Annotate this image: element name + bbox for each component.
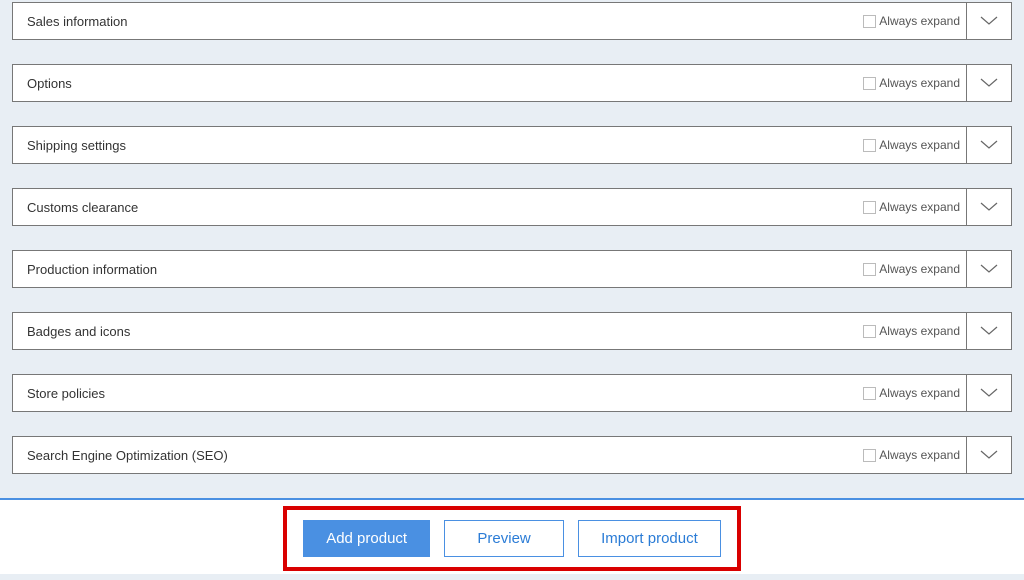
- chevron-down-icon: [980, 264, 998, 274]
- expand-toggle[interactable]: [967, 313, 1011, 349]
- panel-title: Options: [13, 65, 857, 101]
- always-expand-toggle[interactable]: Always expand: [857, 313, 967, 349]
- always-expand-checkbox[interactable]: [863, 77, 876, 90]
- always-expand-toggle[interactable]: Always expand: [857, 251, 967, 287]
- preview-button[interactable]: Preview: [444, 520, 564, 557]
- always-expand-toggle[interactable]: Always expand: [857, 65, 967, 101]
- panel-title: Customs clearance: [13, 189, 857, 225]
- always-expand-checkbox[interactable]: [863, 325, 876, 338]
- always-expand-toggle[interactable]: Always expand: [857, 375, 967, 411]
- chevron-down-icon: [980, 16, 998, 26]
- chevron-down-icon: [980, 202, 998, 212]
- chevron-down-icon: [980, 388, 998, 398]
- always-expand-toggle[interactable]: Always expand: [857, 127, 967, 163]
- chevron-down-icon: [980, 326, 998, 336]
- always-expand-checkbox[interactable]: [863, 201, 876, 214]
- always-expand-checkbox[interactable]: [863, 139, 876, 152]
- panel-title: Search Engine Optimization (SEO): [13, 437, 857, 473]
- expand-toggle[interactable]: [967, 375, 1011, 411]
- panel-title: Sales information: [13, 3, 857, 39]
- always-expand-toggle[interactable]: Always expand: [857, 437, 967, 473]
- panel-seo: Search Engine Optimization (SEO) Always …: [12, 436, 1012, 474]
- action-button-group: Add product Preview Import product: [283, 506, 741, 571]
- always-expand-label: Always expand: [879, 262, 960, 276]
- always-expand-label: Always expand: [879, 138, 960, 152]
- panel-badges-and-icons: Badges and icons Always expand: [12, 312, 1012, 350]
- panel-customs-clearance: Customs clearance Always expand: [12, 188, 1012, 226]
- panel-title: Production information: [13, 251, 857, 287]
- panel-shipping-settings: Shipping settings Always expand: [12, 126, 1012, 164]
- panel-title: Shipping settings: [13, 127, 857, 163]
- import-product-button[interactable]: Import product: [578, 520, 721, 557]
- always-expand-label: Always expand: [879, 200, 960, 214]
- expand-toggle[interactable]: [967, 3, 1011, 39]
- panel-title: Store policies: [13, 375, 857, 411]
- panel-title: Badges and icons: [13, 313, 857, 349]
- always-expand-label: Always expand: [879, 76, 960, 90]
- always-expand-checkbox[interactable]: [863, 15, 876, 28]
- always-expand-checkbox[interactable]: [863, 263, 876, 276]
- expand-toggle[interactable]: [967, 251, 1011, 287]
- chevron-down-icon: [980, 450, 998, 460]
- always-expand-toggle[interactable]: Always expand: [857, 189, 967, 225]
- always-expand-label: Always expand: [879, 14, 960, 28]
- always-expand-label: Always expand: [879, 448, 960, 462]
- panel-store-policies: Store policies Always expand: [12, 374, 1012, 412]
- expand-toggle[interactable]: [967, 65, 1011, 101]
- always-expand-label: Always expand: [879, 324, 960, 338]
- always-expand-toggle[interactable]: Always expand: [857, 3, 967, 39]
- panel-options: Options Always expand: [12, 64, 1012, 102]
- chevron-down-icon: [980, 140, 998, 150]
- panel-production-information: Production information Always expand: [12, 250, 1012, 288]
- chevron-down-icon: [980, 78, 998, 88]
- expand-toggle[interactable]: [967, 189, 1011, 225]
- always-expand-checkbox[interactable]: [863, 449, 876, 462]
- panels-container: Sales information Always expand Options …: [0, 2, 1024, 474]
- expand-toggle[interactable]: [967, 127, 1011, 163]
- footer-bar: Add product Preview Import product: [0, 498, 1024, 574]
- always-expand-label: Always expand: [879, 386, 960, 400]
- always-expand-checkbox[interactable]: [863, 387, 876, 400]
- add-product-button[interactable]: Add product: [303, 520, 430, 557]
- panel-sales-information: Sales information Always expand: [12, 2, 1012, 40]
- expand-toggle[interactable]: [967, 437, 1011, 473]
